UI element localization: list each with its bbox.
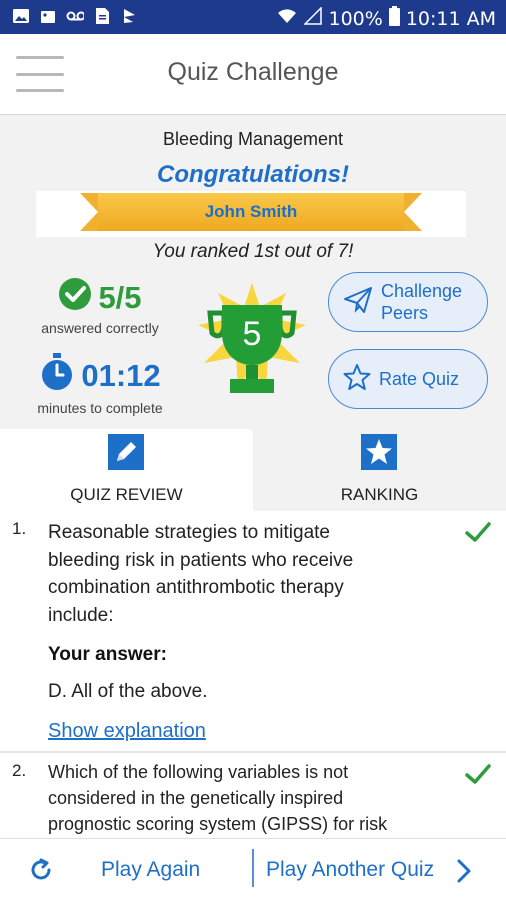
paper-plane-icon <box>343 286 373 319</box>
check-icon <box>464 521 492 543</box>
check-icon <box>464 763 492 785</box>
document-icon <box>93 7 111 25</box>
chevron-right-icon[interactable] <box>456 858 472 884</box>
stopwatch-icon <box>39 353 75 399</box>
challenge-label: Challenge <box>381 281 463 301</box>
name-banner: John Smith <box>36 191 466 237</box>
question-item: 2. Which of the following variables is n… <box>0 753 506 838</box>
footer-bar: Play Again Play Another Quiz <box>0 838 506 901</box>
battery-icon <box>388 6 400 31</box>
ranking-text: You ranked 1st out of 7! <box>152 241 354 262</box>
question-text: Which of the following variables is not … <box>48 762 388 834</box>
time-value: 01:12 <box>81 358 161 393</box>
peers-label: Peers <box>381 303 429 323</box>
refresh-icon[interactable] <box>28 857 54 883</box>
check-circle-icon <box>58 277 92 319</box>
congrats-heading: Congratulations! <box>157 161 349 188</box>
rate-quiz-label: Rate Quiz <box>379 369 460 389</box>
your-answer-label: Your answer: <box>48 644 167 665</box>
footer-separator <box>252 849 254 887</box>
time-stat: 01:12 minutes to complete <box>20 353 180 416</box>
question-text: Reasonable strategies to mitigate bleedi… <box>48 522 354 626</box>
trophy-icon: 5 <box>190 281 314 401</box>
photo-icon <box>39 7 57 25</box>
time-label: minutes to complete <box>37 400 163 416</box>
rate-quiz-button[interactable]: Rate Quiz <box>328 349 488 409</box>
results-summary: Bleeding Management Congratulations! Joh… <box>0 115 506 429</box>
trophy-number: 5 <box>243 315 262 353</box>
image-icon <box>12 7 30 25</box>
score-stat: 5/5 answered correctly <box>20 277 180 336</box>
question-item: 1. Reasonable strategies to mitigate ble… <box>0 511 506 752</box>
score-value: 5/5 <box>98 280 142 315</box>
pencil-icon <box>108 434 144 470</box>
play-another-quiz-button[interactable]: Play Another Quiz <box>266 858 434 882</box>
tab-bar: QUIZ REVIEW RANKING <box>0 429 506 511</box>
question-number: 2. <box>12 761 27 780</box>
user-name: John Smith <box>204 202 298 221</box>
star-outline-icon <box>343 363 371 396</box>
battery-percent: 100% <box>328 7 383 30</box>
play-again-button[interactable]: Play Again <box>101 858 200 882</box>
page-title: Quiz Challenge <box>167 58 339 86</box>
wifi-icon <box>276 7 298 30</box>
show-explanation-link[interactable]: Show explanation <box>48 720 206 743</box>
app-bar: Quiz Challenge <box>0 34 506 115</box>
quiz-name: Bleeding Management <box>162 129 344 149</box>
flag-icon <box>120 7 138 25</box>
tab-label: RANKING <box>340 485 419 504</box>
clock: 10:11 AM <box>405 7 496 30</box>
signal-icon <box>303 6 323 30</box>
score-label: answered correctly <box>41 320 159 336</box>
status-bar: 100% 10:11 AM <box>0 0 506 34</box>
challenge-peers-button[interactable]: Challenge Peers <box>328 272 488 332</box>
question-number: 1. <box>12 519 27 538</box>
answer-text: D. All of the above. <box>48 681 208 702</box>
tab-quiz-review[interactable]: QUIZ REVIEW <box>0 429 253 511</box>
tab-label: QUIZ REVIEW <box>70 485 183 504</box>
star-icon <box>361 434 397 470</box>
voicemail-icon <box>66 7 84 25</box>
tab-ranking[interactable]: RANKING <box>253 429 506 511</box>
